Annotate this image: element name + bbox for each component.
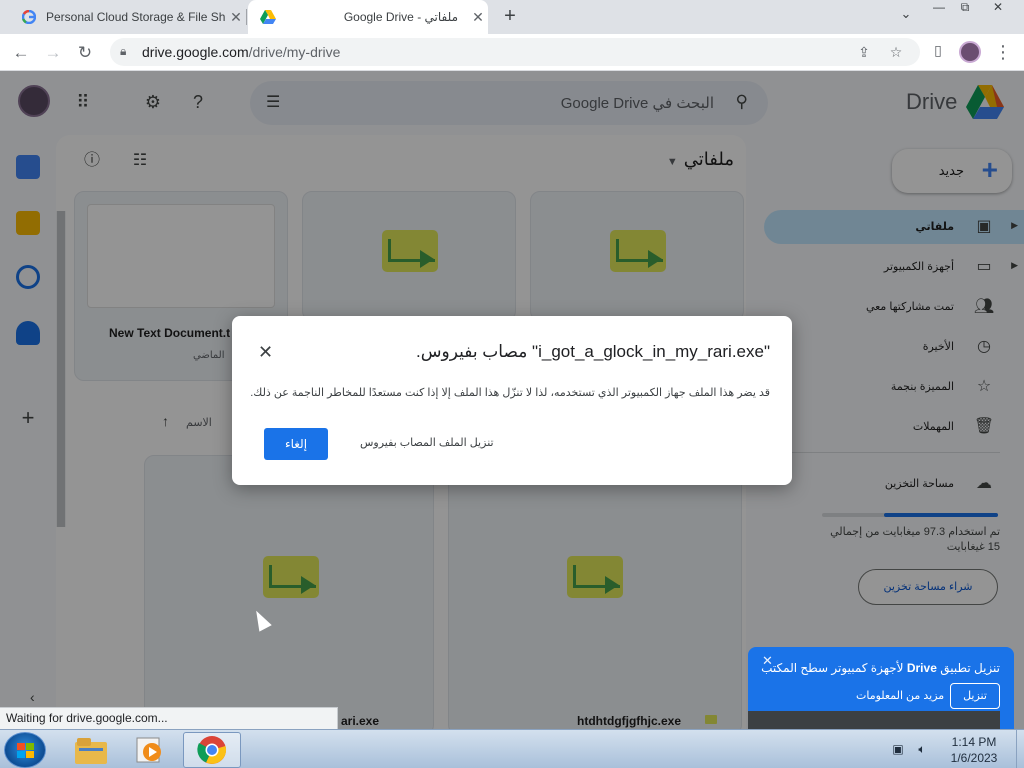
google-g-icon	[22, 10, 36, 24]
bookmark-star-icon[interactable]: ☆	[886, 44, 906, 64]
restore-button[interactable]: ⧉	[954, 0, 976, 18]
tab-search-chevron-icon[interactable]: ⌄	[894, 6, 918, 28]
new-tab-button[interactable]: +	[498, 5, 522, 29]
url-text[interactable]: drive.google.com/drive/my-drive	[142, 44, 340, 60]
chrome-icon	[197, 736, 227, 764]
taskbar-chrome[interactable]	[183, 732, 241, 768]
side-panel-icon[interactable]: ▯	[928, 42, 948, 62]
address-bar[interactable]: 🔒︎ drive.google.com/drive/my-drive ⇪ ☆	[110, 38, 920, 66]
dialog-body: قد يضر هذا الملف جهاز الكمبيوتر الذي تست…	[250, 387, 770, 399]
status-bubble: Waiting for drive.google.com...	[0, 707, 338, 729]
tab-strip: Personal Cloud Storage & File Sh ✕ Googl…	[0, 0, 1024, 34]
banner-download-button[interactable]: تنزيل	[950, 683, 1000, 709]
reload-icon[interactable]: ↻	[72, 40, 98, 66]
tab-separator	[246, 9, 247, 25]
back-icon[interactable]: ←	[8, 40, 34, 66]
show-desktop-button[interactable]	[1016, 730, 1024, 768]
tab-google-drive[interactable]: Google Drive - ملفاتي ✕	[248, 0, 488, 34]
start-button[interactable]	[4, 732, 46, 768]
browser-menu-icon[interactable]: ⋮	[994, 40, 1012, 66]
window-close-button[interactable]: ✕	[982, 0, 1014, 18]
folder-icon	[75, 738, 107, 764]
browser-toolbar: ← → ↻ 🔒︎ drive.google.com/drive/my-drive…	[0, 34, 1024, 71]
profile-avatar[interactable]	[959, 41, 981, 63]
tab-personal-cloud-storage[interactable]: Personal Cloud Storage & File Sh ✕	[8, 0, 246, 34]
download-app-banner: ✕ تنزيل تطبيق Drive لأجهزة كمبيوتر سطح ا…	[748, 647, 1014, 729]
minimize-button[interactable]: —	[928, 0, 950, 18]
share-icon[interactable]: ⇪	[854, 44, 874, 64]
banner-message: تنزيل تطبيق Drive لأجهزة كمبيوتر سطح الم…	[761, 661, 1000, 675]
taskbar-clock[interactable]: 1:14 PM 1/6/2023	[934, 734, 1014, 766]
lock-icon[interactable]: 🔒︎	[120, 44, 126, 59]
clock-time: 1:14 PM	[951, 735, 997, 749]
windows-taskbar: ▣ 🔈︎ 1:14 PM 1/6/2023	[0, 729, 1024, 768]
tab-close-icon[interactable]: ✕	[226, 9, 246, 26]
virus-warning-dialog: "i_got_a_glock_in_my_rari.exe" مصاب بفير…	[232, 316, 792, 485]
drive-logo-icon	[260, 10, 276, 24]
volume-icon[interactable]: 🔈︎	[914, 742, 930, 758]
tab-title: Google Drive - ملفاتي	[343, 10, 458, 24]
media-player-icon	[136, 737, 161, 763]
tab-title: Personal Cloud Storage & File Sh	[46, 10, 226, 24]
banner-footer	[748, 711, 1000, 729]
more-info-link[interactable]: مزيد من المعلومات	[856, 689, 944, 702]
windows-flag-icon	[17, 743, 34, 758]
forward-icon[interactable]: →	[40, 40, 66, 66]
taskbar-file-explorer[interactable]	[62, 732, 120, 768]
dialog-title: "i_got_a_glock_in_my_rari.exe" مصاب بفير…	[416, 342, 770, 361]
download-anyway-button[interactable]: تنزيل الملف المصاب بفيروس	[360, 436, 494, 449]
dialog-close-icon[interactable]: ✕	[258, 342, 273, 363]
clock-date: 1/6/2023	[950, 751, 998, 765]
cancel-button[interactable]: إلغاء	[264, 428, 328, 460]
network-icon[interactable]: ▣	[890, 742, 906, 758]
tab-close-icon[interactable]: ✕	[468, 9, 488, 26]
taskbar-media-player[interactable]	[122, 732, 180, 768]
